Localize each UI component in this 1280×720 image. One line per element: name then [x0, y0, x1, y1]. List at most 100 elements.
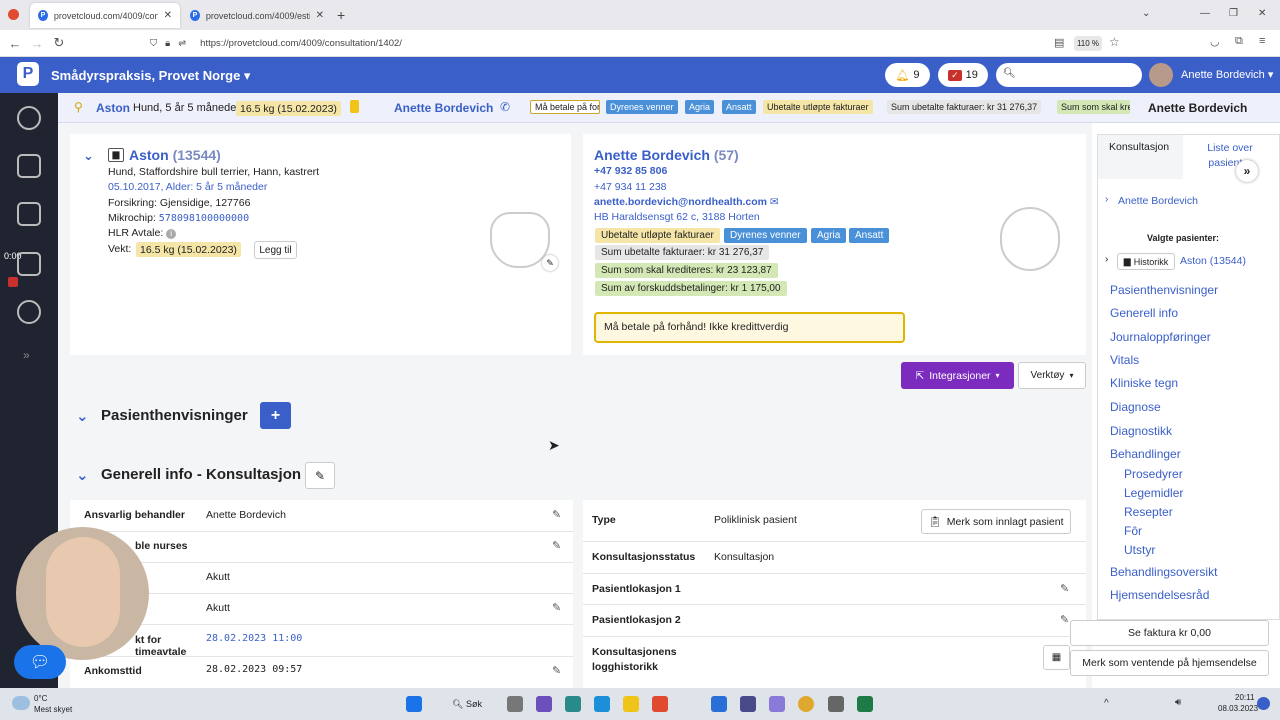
chevron-right-icon[interactable]: ›: [1105, 254, 1108, 265]
owner-address[interactable]: HB Haraldsensgt 62 c, 3188 Horten: [594, 210, 760, 225]
minimize-icon[interactable]: —: [1200, 8, 1210, 19]
tools-button[interactable]: Verktøy ▾: [1018, 362, 1086, 389]
add-weight-button[interactable]: Legg til: [254, 241, 297, 259]
patient-book-icon[interactable]: ▆: [108, 148, 124, 162]
user-avatar[interactable]: [1149, 63, 1173, 87]
chevron-down-icon[interactable]: ⌄: [83, 148, 94, 164]
mail-app-icon[interactable]: [711, 696, 727, 712]
windows-start-icon[interactable]: [406, 696, 422, 712]
close-icon[interactable]: ✕: [316, 10, 324, 21]
menu-icon[interactable]: ≡: [1259, 35, 1265, 47]
tasks-button[interactable]: ✓ 19: [938, 63, 988, 87]
integrations-button[interactable]: ⇱ Integrasjoner ▾: [901, 362, 1014, 389]
teams-icon[interactable]: [536, 696, 552, 712]
notification-center-icon[interactable]: [1257, 697, 1270, 710]
edit-general-button[interactable]: ✎: [305, 462, 335, 489]
close-window-icon[interactable]: ✕: [1258, 8, 1266, 19]
panel-link-general[interactable]: Generell info: [1110, 306, 1178, 320]
expand-sidebar-icon[interactable]: »: [23, 348, 30, 362]
strip-owner-right[interactable]: Anette Bordevich: [1148, 101, 1247, 115]
view-invoice-button[interactable]: Se faktura kr 0,00: [1070, 620, 1269, 646]
user-menu[interactable]: Anette Bordevich ▾: [1181, 68, 1273, 81]
file-explorer-icon[interactable]: [623, 696, 639, 712]
weather-icon[interactable]: [12, 696, 30, 710]
forward-icon[interactable]: →: [26, 36, 48, 51]
panel-link-treatments[interactable]: Behandlinger: [1110, 447, 1181, 461]
chip-value[interactable]: 578098100000000: [159, 213, 249, 224]
panel-link-diagnostics[interactable]: Diagnostikk: [1110, 424, 1172, 438]
star-icon[interactable]: ☆: [1109, 35, 1120, 49]
panel-sublink-procedures[interactable]: Prosedyrer: [1124, 467, 1183, 481]
panel-link-treatment-overview[interactable]: Behandlingsoversikt: [1110, 565, 1217, 579]
log-history-button[interactable]: ▦: [1043, 645, 1070, 670]
extensions-icon[interactable]: ⧉: [1235, 35, 1243, 48]
strip-owner-name[interactable]: Anette Bordevich: [394, 101, 493, 115]
mark-inpatient-button[interactable]: 📋︎ Merk som innlagt pasient: [921, 509, 1071, 534]
strip-patient-name[interactable]: Aston: [96, 101, 130, 115]
owner-phone-2[interactable]: +47 934 11 238: [594, 180, 667, 195]
new-tab-icon[interactable]: +: [337, 7, 345, 23]
pencil-icon[interactable]: ✎: [552, 664, 561, 677]
panel-link-diagnosis[interactable]: Diagnose: [1110, 400, 1161, 414]
browser-tab-consultation[interactable]: P provetcloud.com/4009/consultation/1402…: [30, 3, 180, 28]
restore-icon[interactable]: ❐: [1229, 8, 1238, 19]
edit-avatar-icon[interactable]: ✎: [542, 255, 558, 271]
mail-icon[interactable]: ✉: [770, 196, 779, 208]
note-icon[interactable]: [350, 100, 359, 113]
record-icon[interactable]: [8, 277, 18, 287]
pencil-icon[interactable]: ✎: [552, 539, 561, 552]
chevron-down-icon[interactable]: ⌄: [1142, 8, 1150, 19]
provet-logo-icon[interactable]: P: [17, 62, 39, 86]
mark-discharge-button[interactable]: Merk som ventende på hjemsendelse: [1070, 650, 1269, 676]
add-referral-button[interactable]: +: [260, 402, 291, 429]
owner-name-heading[interactable]: Anette Bordevich (57): [594, 147, 739, 163]
info-icon[interactable]: i: [166, 229, 177, 239]
panel-sublink-prescriptions[interactable]: Resepter: [1124, 505, 1173, 519]
chat-button[interactable]: 💬︎: [14, 645, 66, 679]
panel-link-journal[interactable]: Journaloppføringer: [1110, 330, 1211, 344]
clinic-selector[interactable]: Smådyrspraksis, Provet Norge ▾: [51, 68, 250, 84]
panel-link-discharge[interactable]: Hjemsendelsesråd: [1110, 588, 1209, 602]
owner-email[interactable]: anette.bordevich@nordhealth.com: [594, 196, 767, 208]
loom-icon[interactable]: [565, 696, 581, 712]
taskbar-search[interactable]: 🔍︎ Søk: [452, 699, 482, 710]
patient-name-heading[interactable]: Aston (13544): [129, 147, 221, 163]
panel-sublink-medicines[interactable]: Legemidler: [1124, 486, 1183, 500]
settings-app-icon[interactable]: [828, 696, 844, 712]
reader-icon[interactable]: ▤: [1054, 36, 1064, 49]
selected-patient-link[interactable]: Aston (13544): [1180, 255, 1246, 267]
pencil-icon[interactable]: ✎: [1060, 582, 1069, 595]
pocket-icon[interactable]: ◡: [1210, 35, 1220, 48]
tray-chevron-icon[interactable]: ^: [1104, 698, 1109, 709]
chevron-right-icon[interactable]: ›: [1105, 194, 1108, 205]
excel-icon[interactable]: [857, 696, 873, 712]
chevron-down-icon[interactable]: ⌄: [76, 407, 89, 425]
volume-icon[interactable]: 🔊︎: [1175, 697, 1181, 708]
panel-link-referrals[interactable]: Pasienthenvisninger: [1110, 283, 1218, 297]
slack-icon[interactable]: [740, 696, 756, 712]
global-search-input[interactable]: 🔍︎: [996, 63, 1142, 87]
url-bar[interactable]: ⛉ 🔒︎ ⇌ https://provetcloud.com/4009/cons…: [150, 34, 1110, 53]
task-view-icon[interactable]: [507, 696, 523, 712]
panel-owner-link[interactable]: Anette Bordevich: [1118, 195, 1198, 207]
panel-sublink-food[interactable]: Fôr: [1124, 524, 1142, 538]
firefox-icon[interactable]: [652, 696, 668, 712]
zoom-level[interactable]: 110 %: [1074, 36, 1102, 51]
tab-consultation[interactable]: Konsultasjon: [1109, 141, 1169, 153]
panel-sublink-equipment[interactable]: Utstyr: [1124, 543, 1155, 557]
reports-icon[interactable]: [17, 252, 41, 276]
chevron-down-icon[interactable]: ⌄: [76, 466, 89, 484]
reload-icon[interactable]: ↻: [48, 35, 70, 51]
phone-icon[interactable]: ✆: [500, 100, 510, 114]
browser-tab-estimates[interactable]: P provetcloud.com/4009/estimates/ ✕: [182, 3, 332, 28]
clock-time[interactable]: 20:11: [1235, 693, 1254, 702]
dashboard-icon[interactable]: [17, 106, 41, 130]
pencil-icon[interactable]: ✎: [1060, 613, 1069, 626]
close-icon[interactable]: ✕: [164, 10, 172, 21]
history-button[interactable]: ▆ Historikk: [1117, 253, 1175, 270]
clients-icon[interactable]: [17, 154, 41, 178]
chrome-icon[interactable]: [798, 696, 814, 712]
owner-phone-1[interactable]: +47 932 85 806: [594, 164, 667, 179]
calendar-icon[interactable]: [17, 202, 41, 226]
edge-icon[interactable]: [594, 696, 610, 712]
